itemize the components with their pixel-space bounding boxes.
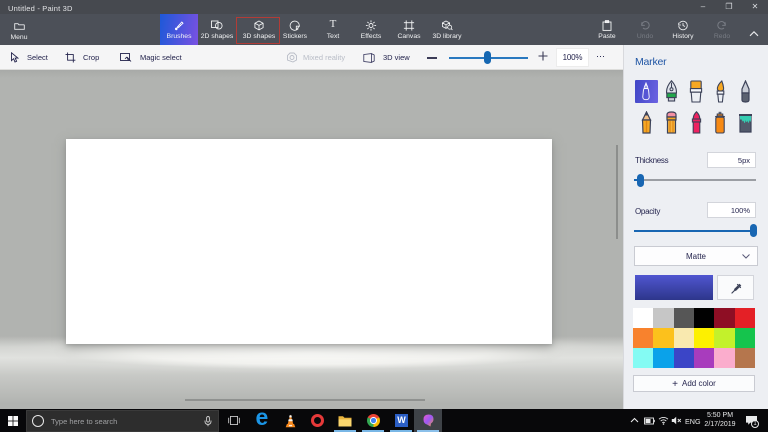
svg-text:e: e xyxy=(256,411,269,426)
